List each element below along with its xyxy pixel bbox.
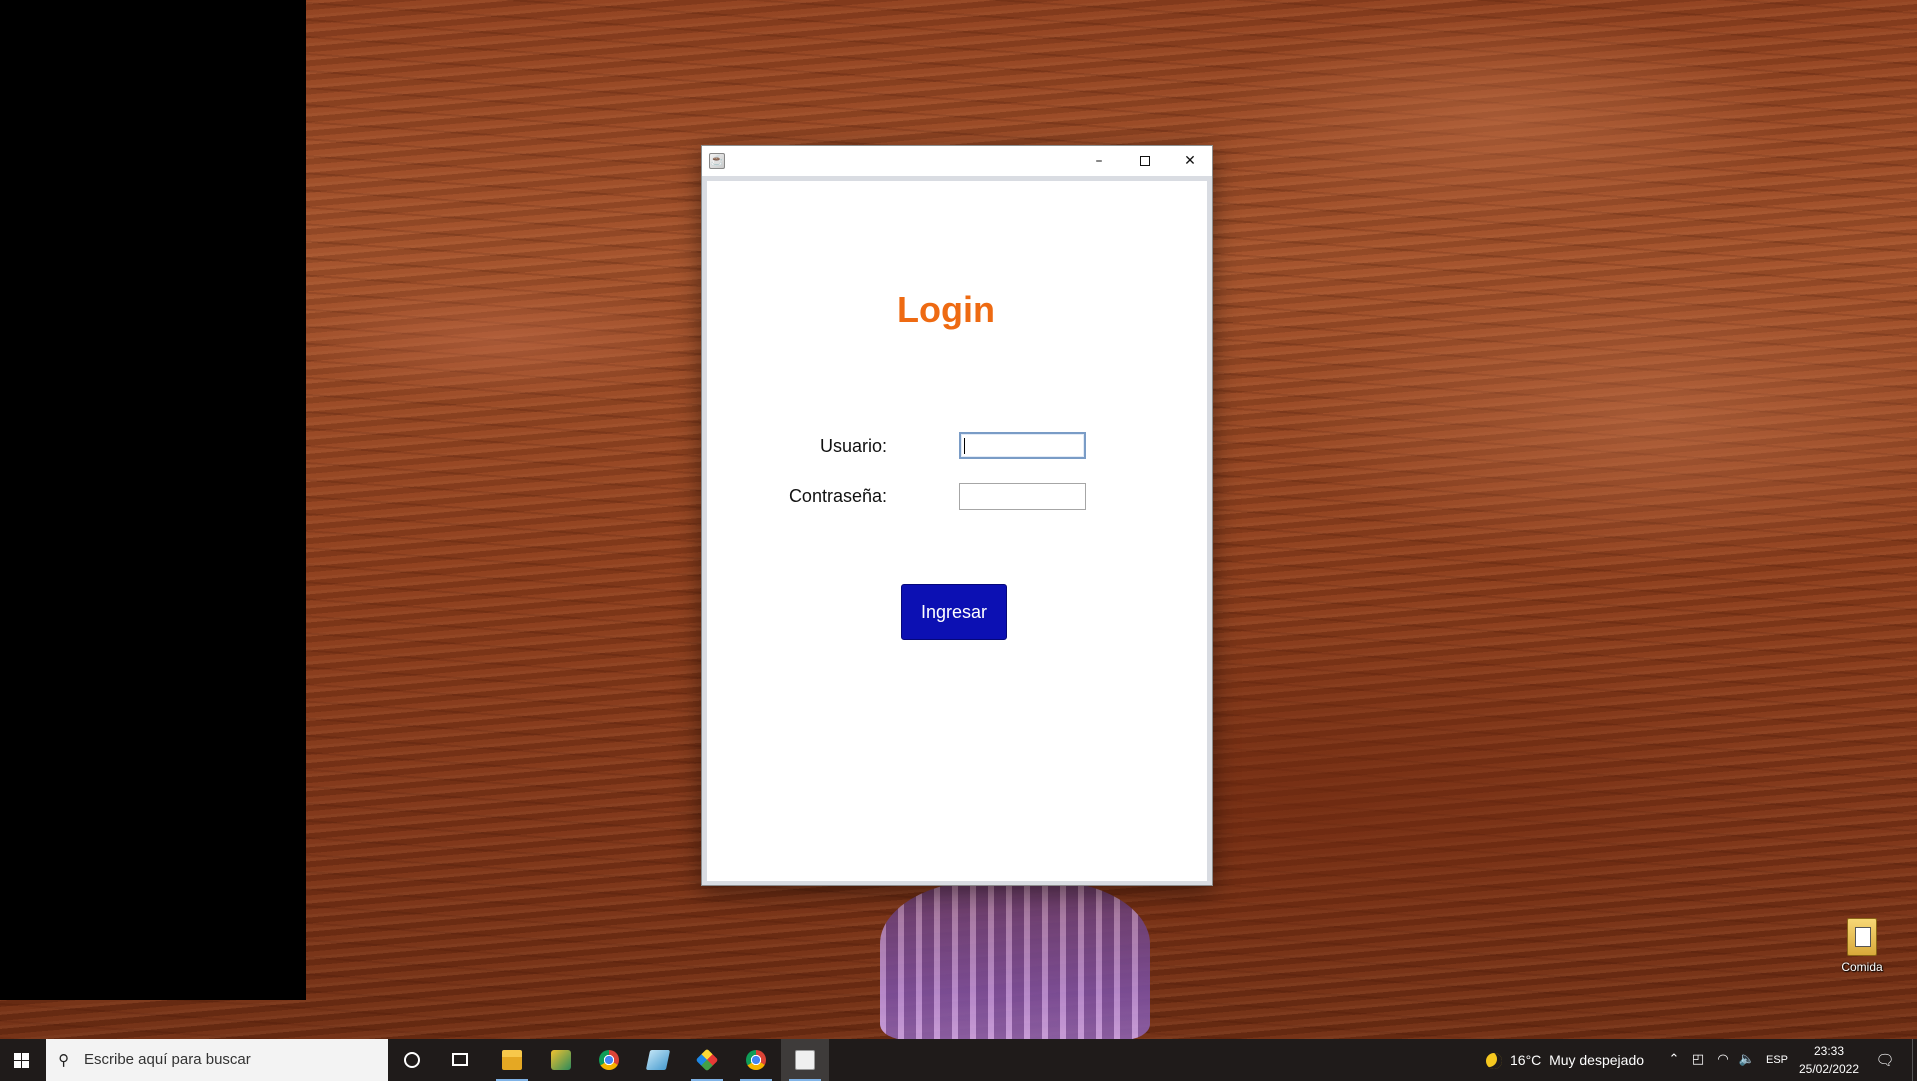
- chrome-icon: [746, 1050, 766, 1070]
- maximize-button[interactable]: [1122, 146, 1168, 176]
- maximize-icon: [1140, 156, 1150, 166]
- windows-logo-icon: [14, 1053, 30, 1068]
- meet-now-icon[interactable]: ◰: [1688, 1039, 1708, 1081]
- taskbar-chrome-profile[interactable]: [732, 1039, 780, 1081]
- desktop-icon-label: Comida: [1841, 960, 1883, 974]
- search-placeholder: Escribe aquí para buscar: [84, 1051, 251, 1068]
- taskbar-app[interactable]: [537, 1039, 585, 1081]
- taskbar-task-view[interactable]: [436, 1039, 484, 1081]
- task-view-icon: [452, 1053, 468, 1066]
- minimize-button[interactable]: –: [1076, 146, 1122, 176]
- java-app-icon[interactable]: ☕: [709, 153, 725, 169]
- clock-time: 23:33: [1813, 1044, 1845, 1058]
- close-icon: ✕: [1184, 153, 1196, 169]
- text-caret: [964, 438, 965, 454]
- window-titlebar[interactable]: ☕ – ✕: [702, 146, 1212, 176]
- taskbar-java[interactable]: [781, 1039, 829, 1081]
- cube-icon: [695, 1048, 719, 1072]
- wallpaper-figure: [880, 880, 1150, 1039]
- taskbar-cube-app[interactable]: [683, 1039, 731, 1081]
- username-label: Usuario:: [819, 436, 887, 456]
- minimize-icon: –: [1095, 153, 1103, 169]
- username-input[interactable]: [959, 432, 1086, 459]
- chrome-icon: [599, 1050, 619, 1070]
- app-icon: [551, 1050, 571, 1070]
- search-icon: ⚲: [58, 1051, 69, 1069]
- login-window: ☕ – ✕ Login Usuario: Contraseña: Ingresa: [701, 145, 1213, 886]
- close-button[interactable]: ✕: [1167, 146, 1213, 176]
- volume-icon[interactable]: 🔈: [1736, 1039, 1758, 1081]
- start-button[interactable]: [0, 1039, 44, 1081]
- clock-date: 25/02/2022: [1798, 1062, 1860, 1076]
- password-label: Contraseña:: [788, 486, 887, 506]
- login-button[interactable]: Ingresar: [901, 584, 1007, 640]
- java-icon: [795, 1050, 815, 1070]
- clock[interactable]: 23:33 25/02/2022: [1794, 1042, 1864, 1078]
- show-desktop-button[interactable]: [1912, 1039, 1917, 1081]
- taskbar-cortana[interactable]: [388, 1039, 436, 1081]
- taskbar-notepad[interactable]: [634, 1039, 682, 1081]
- taskbar-chrome[interactable]: [585, 1039, 633, 1081]
- weather-condition: Muy despejado: [1549, 1052, 1645, 1068]
- taskbar-search[interactable]: ⚲ Escribe aquí para buscar: [46, 1039, 388, 1081]
- taskbar: ⚲ Escribe aquí para buscar 16°C Muy desp…: [0, 1039, 1917, 1081]
- weather-temperature: 16°C: [1510, 1052, 1542, 1068]
- notifications-icon[interactable]: 🗨: [1870, 1039, 1900, 1081]
- circle-icon: [404, 1052, 420, 1068]
- notepad-icon: [645, 1050, 671, 1070]
- desktop-icon-comida[interactable]: Comida: [1830, 918, 1894, 974]
- folder-icon: [502, 1050, 522, 1070]
- moon-icon: [1486, 1053, 1502, 1070]
- weather-widget[interactable]: 16°C Muy despejado: [1486, 1039, 1644, 1081]
- login-title: Login: [897, 289, 995, 330]
- chevron-up-icon[interactable]: ⌃: [1664, 1039, 1684, 1081]
- wifi-icon[interactable]: ◠: [1712, 1039, 1734, 1081]
- desktop: Comida ☕ – ✕ Login Usuario: Contraseña:: [0, 0, 1917, 1039]
- black-panel: [0, 0, 306, 1000]
- taskbar-file-explorer[interactable]: [488, 1039, 536, 1081]
- file-icon: [1847, 918, 1877, 956]
- login-panel: Login Usuario: Contraseña: Ingresar: [707, 181, 1207, 881]
- language-indicator[interactable]: ESP: [1762, 1039, 1792, 1081]
- password-input[interactable]: [959, 483, 1086, 510]
